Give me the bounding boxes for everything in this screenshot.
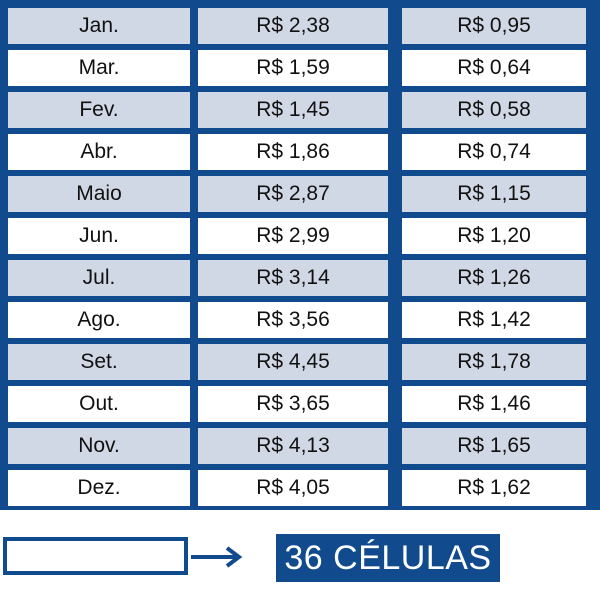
value-cell[interactable]: R$ 0,64: [402, 50, 586, 86]
table-row: Dez. R$ 4,05 R$ 1,62: [0, 470, 600, 506]
table-row: Ago. R$ 3,56 R$ 1,42: [0, 302, 600, 338]
month-cell[interactable]: Jul.: [8, 260, 190, 296]
data-table: Jan. R$ 2,38 R$ 0,95 Mar. R$ 1,59 R$ 0,6…: [0, 0, 600, 510]
table-row: Maio R$ 2,87 R$ 1,15: [0, 176, 600, 212]
month-cell[interactable]: Nov.: [8, 428, 190, 464]
value-cell[interactable]: R$ 2,38: [198, 8, 388, 44]
month-cell[interactable]: Mar.: [8, 50, 190, 86]
value-cell[interactable]: R$ 3,14: [198, 260, 388, 296]
table-row: Jul. R$ 3,14 R$ 1,26: [0, 260, 600, 296]
month-cell[interactable]: Dez.: [8, 470, 190, 506]
table-row: Abr. R$ 1,86 R$ 0,74: [0, 134, 600, 170]
table-row: Out. R$ 3,65 R$ 1,46: [0, 386, 600, 422]
table-row: Mar. R$ 1,59 R$ 0,64: [0, 50, 600, 86]
value-cell[interactable]: R$ 1,65: [402, 428, 586, 464]
month-cell[interactable]: Fev.: [8, 92, 190, 128]
month-cell[interactable]: Jun.: [8, 218, 190, 254]
table-row: Jan. R$ 2,38 R$ 0,95: [0, 8, 600, 44]
value-cell[interactable]: R$ 3,65: [198, 386, 388, 422]
value-cell[interactable]: R$ 1,15: [402, 176, 586, 212]
value-cell[interactable]: R$ 2,99: [198, 218, 388, 254]
value-cell[interactable]: R$ 1,59: [198, 50, 388, 86]
table-row: Fev. R$ 1,45 R$ 0,58: [0, 92, 600, 128]
month-cell[interactable]: Ago.: [8, 302, 190, 338]
month-cell[interactable]: Set.: [8, 344, 190, 380]
name-box-input[interactable]: [3, 537, 188, 575]
value-cell[interactable]: R$ 4,13: [198, 428, 388, 464]
value-cell[interactable]: R$ 1,46: [402, 386, 586, 422]
value-cell[interactable]: R$ 0,58: [402, 92, 586, 128]
value-cell[interactable]: R$ 4,05: [198, 470, 388, 506]
value-cell[interactable]: R$ 1,86: [198, 134, 388, 170]
value-cell[interactable]: R$ 2,87: [198, 176, 388, 212]
value-cell[interactable]: R$ 1,45: [198, 92, 388, 128]
value-cell[interactable]: R$ 1,78: [402, 344, 586, 380]
month-cell[interactable]: Abr.: [8, 134, 190, 170]
cell-count-badge: 36 CÉLULAS: [276, 534, 500, 582]
value-cell[interactable]: R$ 1,20: [402, 218, 586, 254]
value-cell[interactable]: R$ 1,26: [402, 260, 586, 296]
table-row: Jun. R$ 2,99 R$ 1,20: [0, 218, 600, 254]
month-cell[interactable]: Maio: [8, 176, 190, 212]
month-cell[interactable]: Jan.: [8, 8, 190, 44]
table-row: Nov. R$ 4,13 R$ 1,65: [0, 428, 600, 464]
table-row: Set. R$ 4,45 R$ 1,78: [0, 344, 600, 380]
value-cell[interactable]: R$ 4,45: [198, 344, 388, 380]
month-cell[interactable]: Out.: [8, 386, 190, 422]
value-cell[interactable]: R$ 1,62: [402, 470, 586, 506]
value-cell[interactable]: R$ 0,95: [402, 8, 586, 44]
arrow-right-icon: [191, 546, 243, 568]
value-cell[interactable]: R$ 3,56: [198, 302, 388, 338]
value-cell[interactable]: R$ 1,42: [402, 302, 586, 338]
value-cell[interactable]: R$ 0,74: [402, 134, 586, 170]
